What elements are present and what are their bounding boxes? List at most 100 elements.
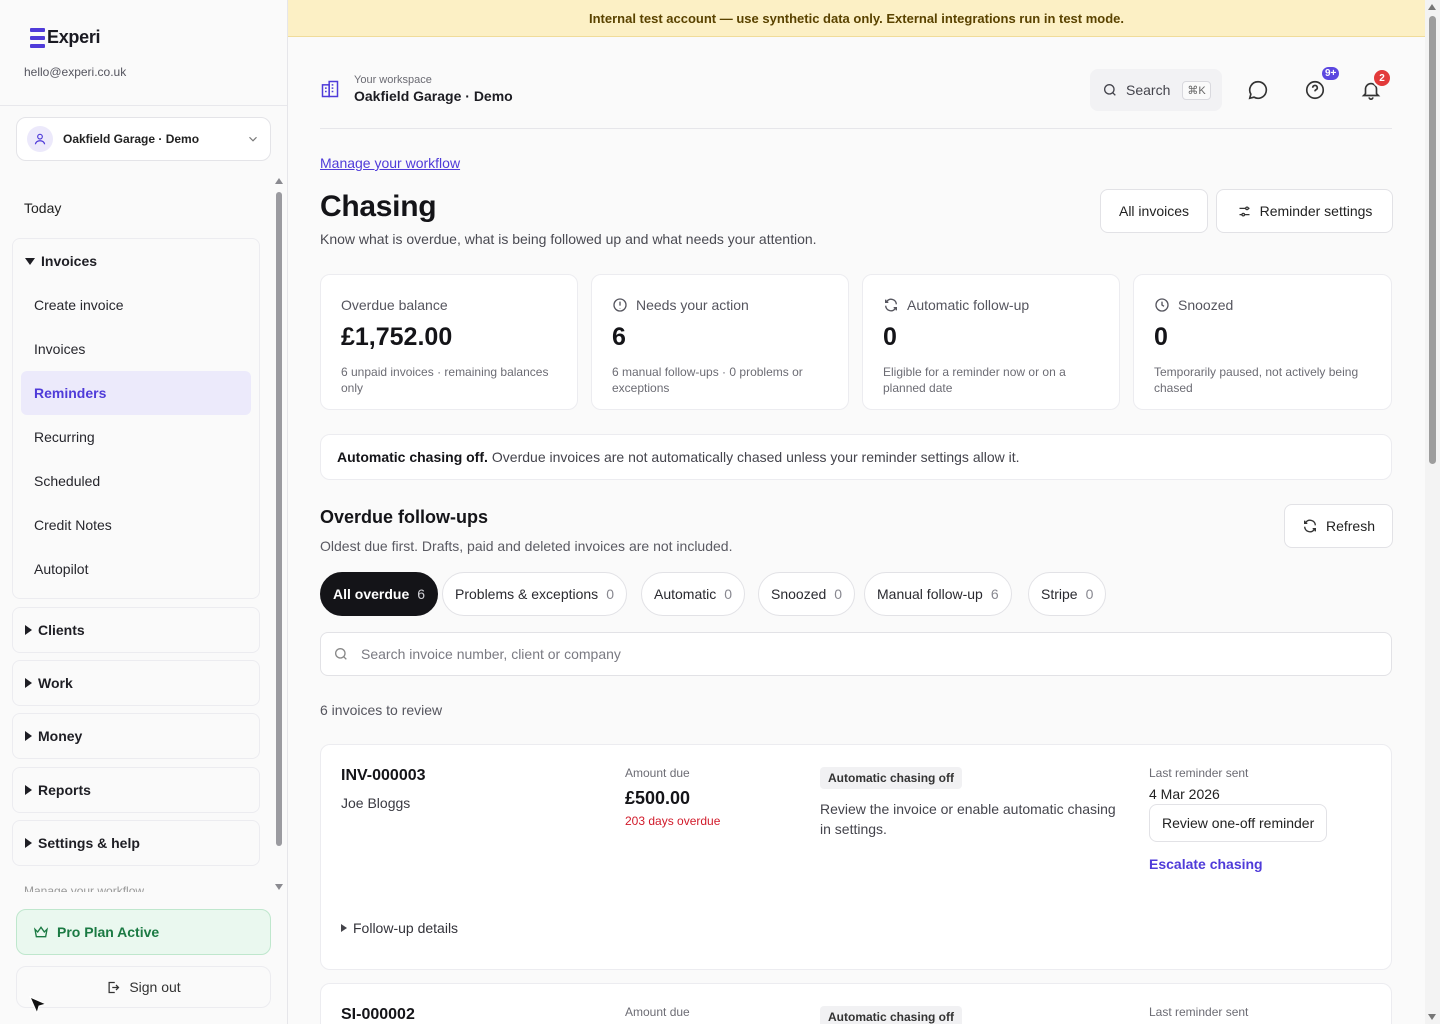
filter-automatic[interactable]: Automatic 0	[641, 572, 746, 616]
sidebar: Experi hello@experi.co.uk Oakfield Garag…	[0, 0, 288, 1024]
scroll-down-icon[interactable]	[275, 884, 283, 890]
notifications-button[interactable]: 2	[1356, 68, 1392, 105]
stat-card-needs-action: Needs your action 6 6 manual follow-ups …	[591, 274, 849, 410]
stat-label: Automatic follow-up	[883, 297, 1099, 313]
all-invoices-button[interactable]: All invoices	[1100, 189, 1208, 233]
global-search-button[interactable]: Search ⌘K	[1090, 69, 1222, 111]
sign-out-icon	[108, 981, 120, 993]
invoice-card: INV-000003 Joe Bloggs Amount due £500.00…	[320, 744, 1392, 970]
scroll-down-icon[interactable]	[1428, 1014, 1436, 1020]
sidebar-scrollbar[interactable]	[274, 178, 284, 890]
filter-snoozed[interactable]: Snoozed 0	[758, 572, 856, 616]
notice-title: Automatic chasing off.	[337, 449, 488, 465]
sidebar-group-label: Reports	[38, 782, 91, 798]
status-badge: Automatic chasing off	[820, 1006, 963, 1024]
stat-label: Snoozed	[1154, 297, 1371, 313]
sidebar-divider	[0, 105, 287, 106]
notice-text: Overdue invoices are not automatically c…	[491, 449, 1020, 465]
sidebar-group-invoices: Invoices Create invoice Invoices Reminde…	[12, 238, 260, 599]
messages-button[interactable]	[1243, 75, 1273, 105]
filter-problems-exceptions[interactable]: Problems & exceptions 0	[442, 572, 627, 616]
sidebar-group-label: Invoices	[41, 253, 98, 269]
search-icon	[335, 648, 347, 660]
search-shortcut: ⌘K	[1182, 80, 1211, 100]
workspace-select-label: Oakfield Garage · Demo	[63, 132, 200, 146]
reminder-settings-button[interactable]: Reminder settings	[1216, 189, 1393, 233]
amount-label: Amount due	[625, 766, 690, 780]
stat-value: £1,752.00	[341, 323, 453, 351]
last-reminder-label: Last reminder sent	[1149, 1005, 1249, 1019]
stat-note: 6 manual follow-ups · 0 problems or exce…	[612, 365, 803, 395]
sidebar-group-money[interactable]: Money	[12, 713, 260, 759]
workspace-caption: Your workspace	[354, 74, 432, 86]
pro-plan-label: Pro Plan Active	[57, 924, 160, 940]
building-icon	[321, 80, 339, 98]
sidebar-manage-workflow-link[interactable]: Manage your workflow	[24, 884, 144, 892]
scroll-up-icon[interactable]	[1428, 4, 1436, 10]
sidebar-scroll-thumb[interactable]	[276, 192, 282, 846]
caret-right-icon	[25, 678, 32, 688]
amount-value: £500.00	[625, 788, 691, 808]
escalate-chasing-link[interactable]: Escalate chasing	[1149, 856, 1263, 872]
sidebar-group-reports[interactable]: Reports	[12, 767, 260, 813]
refresh-button[interactable]: Refresh	[1284, 504, 1393, 548]
invoice-card: SI-000002 Amount due Automatic chasing o…	[320, 983, 1392, 1024]
clock-icon	[1155, 298, 1169, 312]
follow-up-details-toggle[interactable]: Follow-up details	[341, 920, 458, 936]
page-subtitle: Know what is overdue, what is being foll…	[320, 231, 817, 247]
pro-plan-badge[interactable]: Pro Plan Active	[16, 909, 271, 955]
help-badge: 9+	[1320, 65, 1342, 82]
amount-label: Amount due	[625, 1005, 690, 1019]
stat-card-snoozed: Snoozed 0 Temporarily paused, not active…	[1133, 274, 1392, 410]
page-scroll-thumb[interactable]	[1429, 16, 1436, 464]
scroll-up-icon[interactable]	[275, 178, 283, 184]
refresh-icon	[885, 298, 897, 312]
sidebar-item-create-invoice[interactable]: Create invoice	[21, 283, 251, 327]
sliders-icon	[1239, 206, 1250, 216]
sidebar-group-label: Settings & help	[38, 835, 140, 851]
filter-all-overdue[interactable]: All overdue 6	[320, 572, 439, 616]
invoice-search-input[interactable]: Search invoice number, client or company	[320, 632, 1392, 676]
notifications-badge: 2	[1372, 68, 1392, 88]
sidebar-item-reminders[interactable]: Reminders	[21, 371, 251, 415]
filter-stripe[interactable]: Stripe 0	[1028, 572, 1107, 616]
sidebar-group-invoices-toggle[interactable]: Invoices	[13, 239, 259, 283]
help-button[interactable]: 9+	[1300, 65, 1342, 105]
brand-name: Experi	[47, 27, 101, 47]
sidebar-item-recurring[interactable]: Recurring	[21, 415, 251, 459]
sidebar-item-today[interactable]: Today	[24, 200, 61, 216]
review-one-off-reminder-button[interactable]: Review one-off reminder	[1149, 804, 1328, 842]
sidebar-item-invoices[interactable]: Invoices	[21, 327, 251, 371]
brand-logo[interactable]: Experi	[30, 27, 101, 48]
stat-label: Overdue balance	[341, 297, 448, 313]
sidebar-item-credit-notes[interactable]: Credit Notes	[21, 503, 251, 547]
sidebar-item-autopilot[interactable]: Autopilot	[21, 547, 251, 591]
search-icon	[1104, 84, 1116, 96]
status-badge: Automatic chasing off	[820, 767, 963, 789]
invoice-number[interactable]: INV-000003	[341, 767, 426, 785]
follow-up-details-label: Follow-up details	[353, 920, 459, 936]
all-invoices-label: All invoices	[1118, 203, 1190, 219]
sidebar-group-label: Work	[38, 675, 73, 691]
search-label: Search	[1126, 82, 1171, 98]
workspace-header: Your workspace Oakfield Garage · Demo	[320, 74, 513, 104]
sidebar-item-scheduled[interactable]: Scheduled	[21, 459, 251, 503]
sidebar-group-settings-help[interactable]: Settings & help	[12, 820, 260, 866]
invoice-number[interactable]: SI-000002	[341, 1006, 415, 1024]
refresh-icon	[1303, 519, 1316, 533]
manage-workflow-link[interactable]: Manage your workflow	[320, 155, 460, 171]
sign-out-button[interactable]: Sign out	[16, 966, 271, 1008]
last-reminder-label: Last reminder sent	[1149, 766, 1249, 780]
page-scrollbar[interactable]	[1425, 0, 1440, 1024]
sidebar-group-clients[interactable]: Clients	[12, 607, 260, 653]
filter-manual-follow-up[interactable]: Manual follow-up 6	[864, 572, 1012, 616]
workspace-select[interactable]: Oakfield Garage · Demo	[16, 117, 271, 161]
stat-note: Temporarily paused, not actively being c…	[1154, 365, 1359, 395]
sidebar-group-work[interactable]: Work	[12, 660, 260, 706]
page-title: Chasing	[320, 190, 437, 223]
sidebar-group-label: Clients	[38, 622, 85, 638]
sign-out-label: Sign out	[129, 979, 181, 995]
section-title: Overdue follow-ups	[320, 507, 489, 527]
sidebar-group-label: Money	[38, 728, 83, 744]
invoice-client: Joe Bloggs	[341, 795, 411, 811]
